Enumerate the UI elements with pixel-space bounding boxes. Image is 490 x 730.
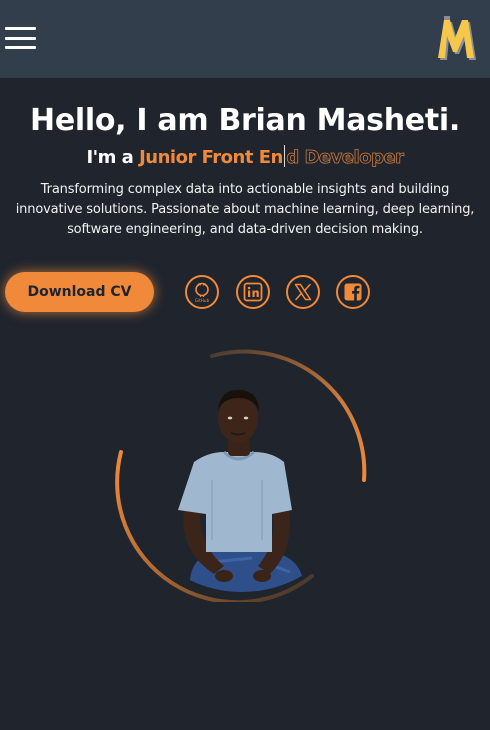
x-link[interactable] xyxy=(286,275,320,309)
site-logo[interactable] xyxy=(436,14,478,62)
hero-description: Transforming complex data into actionabl… xyxy=(15,182,475,237)
facebook-icon xyxy=(344,283,362,301)
linkedin-icon xyxy=(243,282,263,302)
facebook-link[interactable] xyxy=(336,275,370,309)
github-icon: GitHub xyxy=(195,282,210,303)
role-typed-text: Junior Front En xyxy=(139,147,283,168)
github-icon-label: GitHub xyxy=(195,298,210,303)
logo-shadow-block xyxy=(444,16,450,20)
x-icon xyxy=(294,283,312,301)
linkedin-link[interactable] xyxy=(236,275,270,309)
github-link[interactable]: GitHub xyxy=(185,275,219,309)
menu-bar-line xyxy=(5,36,36,40)
role-remaining-text: d Developer xyxy=(286,147,405,169)
role-headline: I'm a Junior Front En d Developer xyxy=(0,145,490,168)
role-prefix: I'm a xyxy=(86,147,134,168)
hamburger-menu-icon[interactable] xyxy=(5,27,36,49)
menu-bar-line xyxy=(5,46,36,49)
page-title: Hello, I am Brian Masheti. xyxy=(30,103,460,138)
profile-portrait xyxy=(115,349,367,602)
top-nav-bar xyxy=(0,0,490,78)
download-cv-button[interactable]: Download CV xyxy=(5,272,154,312)
menu-bar-line xyxy=(5,27,36,30)
